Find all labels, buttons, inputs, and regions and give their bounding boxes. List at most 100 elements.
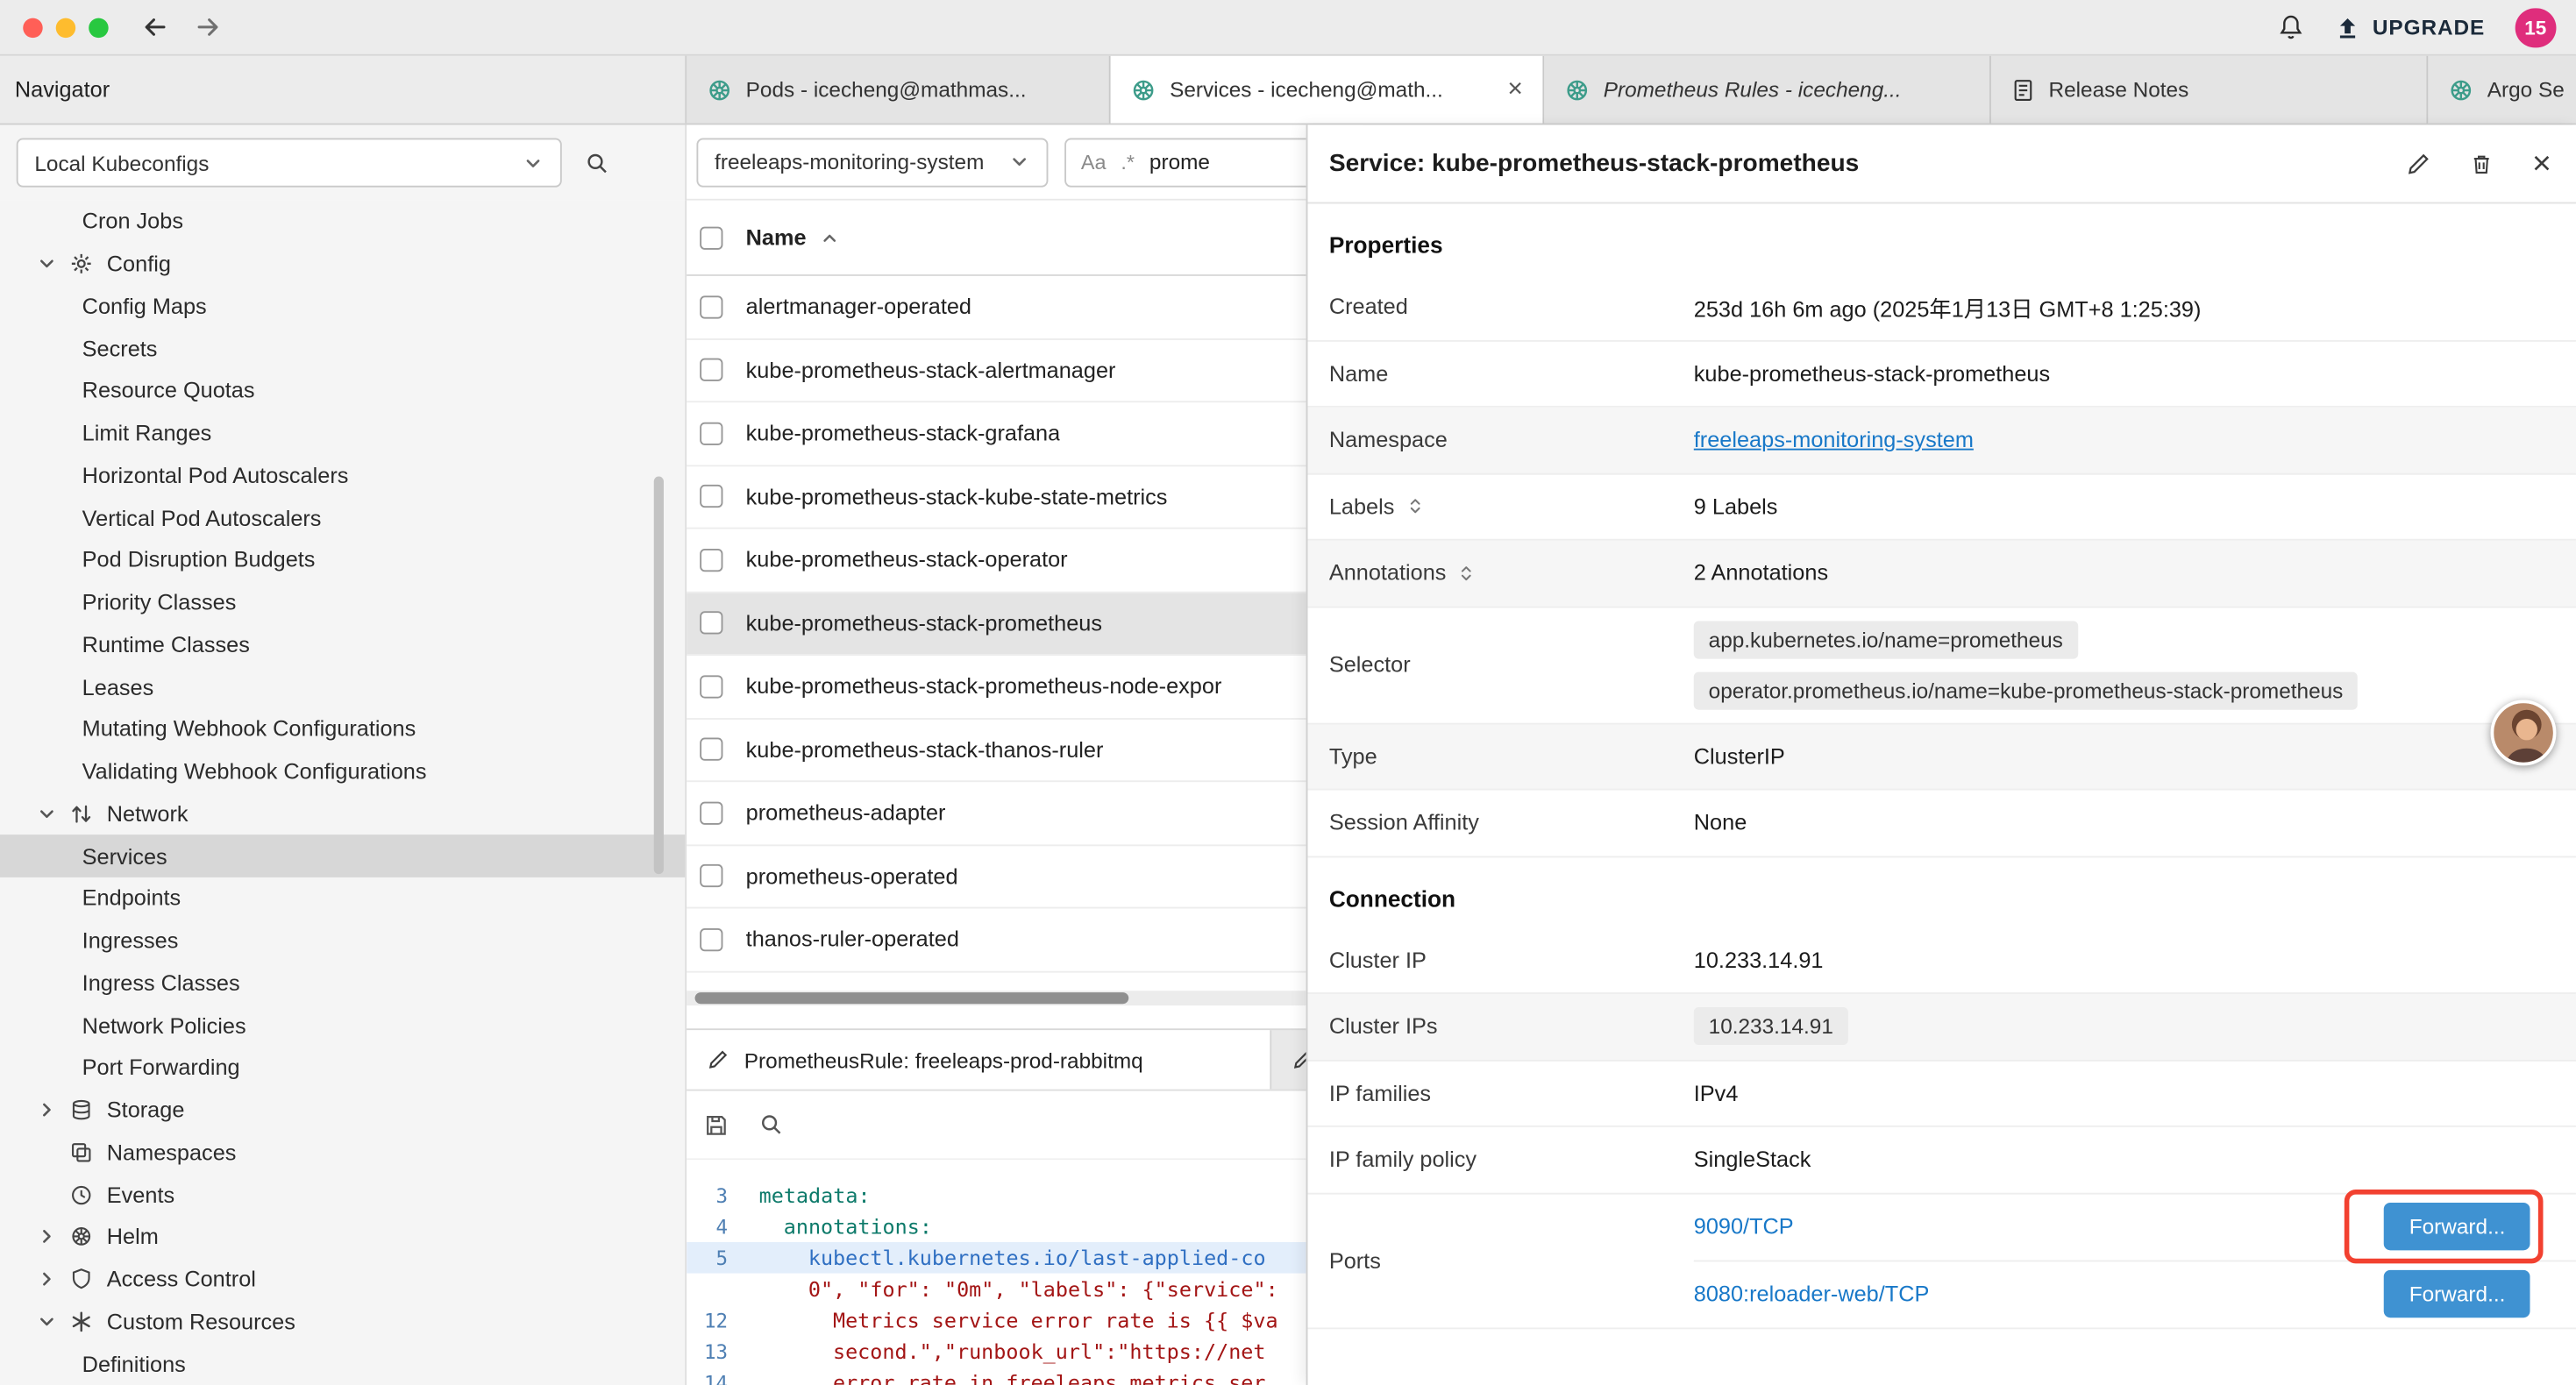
row-checkbox[interactable] bbox=[700, 612, 722, 635]
forward-icon[interactable] bbox=[194, 13, 222, 41]
editor-line[interactable]: 3 metadata: bbox=[687, 1180, 1306, 1211]
namespace-link[interactable]: freeleaps-monitoring-system bbox=[1694, 428, 1974, 452]
editor-line[interactable]: 5 kubectl.kubernetes.io/last-applied-co bbox=[687, 1242, 1306, 1274]
row-checkbox[interactable] bbox=[700, 295, 722, 318]
notifications-bell-icon[interactable] bbox=[2277, 13, 2305, 41]
sidebar-item-definitions[interactable]: Definitions bbox=[0, 1343, 685, 1385]
window-minimize-button[interactable] bbox=[56, 18, 75, 37]
sidebar-scrollbar[interactable] bbox=[654, 477, 664, 875]
tab-argo-se[interactable]: Argo Se bbox=[2428, 56, 2576, 124]
sidebar-item-limit-ranges[interactable]: Limit Ranges bbox=[0, 412, 685, 454]
sidebar-item-ingresses[interactable]: Ingresses bbox=[0, 920, 685, 962]
delete-trash-icon[interactable] bbox=[2470, 150, 2494, 176]
sidebar-item-leases[interactable]: Leases bbox=[0, 666, 685, 708]
editor-tab-partial[interactable] bbox=[1271, 1030, 1311, 1089]
row-checkbox[interactable] bbox=[700, 359, 722, 381]
sidebar-item-pod-disruption-budgets[interactable]: Pod Disruption Budgets bbox=[0, 539, 685, 581]
sidebar-item-horizontal-pod-autoscalers[interactable]: Horizontal Pod Autoscalers bbox=[0, 454, 685, 496]
row-checkbox[interactable] bbox=[700, 485, 722, 508]
sidebar-item-custom-resources[interactable]: Custom Resources bbox=[0, 1301, 685, 1343]
chevron-right-icon[interactable] bbox=[36, 1268, 57, 1289]
sidebar-item-secrets[interactable]: Secrets bbox=[0, 327, 685, 369]
tab-release-notes[interactable]: Release Notes bbox=[1991, 56, 2428, 124]
close-icon[interactable]: × bbox=[2532, 147, 2551, 180]
editor-tab-prometheusrule[interactable]: PrometheusRule: freeleaps-prod-rabbitmq bbox=[687, 1030, 1271, 1089]
chevron-right-icon[interactable] bbox=[36, 1099, 57, 1120]
row-checkbox[interactable] bbox=[700, 928, 722, 951]
regex-toggle[interactable]: .* bbox=[1121, 150, 1135, 173]
service-row-kube-prometheus-stack-operator[interactable]: kube-prometheus-stack-operator bbox=[687, 529, 1306, 593]
sidebar-item-services[interactable]: Services bbox=[0, 835, 685, 877]
service-row-kube-prometheus-stack-prometheus[interactable]: kube-prometheus-stack-prometheus bbox=[687, 593, 1306, 656]
row-checkbox[interactable] bbox=[700, 864, 722, 887]
search-icon[interactable] bbox=[759, 1112, 784, 1137]
tab-pods-icecheng-mathmas[interactable]: Pods - icecheng@mathmas... bbox=[687, 56, 1110, 124]
port-link-8080-reloader-web-tcp[interactable]: 8080:reloader-web/TCP bbox=[1694, 1282, 1930, 1306]
service-row-kube-prometheus-stack-prometheus-node-expor[interactable]: kube-prometheus-stack-prometheus-node-ex… bbox=[687, 656, 1306, 719]
service-row-alertmanager-operated[interactable]: alertmanager-operated bbox=[687, 276, 1306, 339]
chevron-down-icon[interactable] bbox=[36, 803, 57, 824]
scrollbar-thumb[interactable] bbox=[695, 992, 1129, 1004]
window-zoom-button[interactable] bbox=[89, 18, 108, 37]
row-checkbox[interactable] bbox=[700, 549, 722, 572]
service-row-kube-prometheus-stack-kube-state-metrics[interactable]: kube-prometheus-stack-kube-state-metrics bbox=[687, 465, 1306, 529]
upgrade-button[interactable]: UPGRADE bbox=[2335, 14, 2485, 40]
sidebar-item-network-policies[interactable]: Network Policies bbox=[0, 1005, 685, 1047]
namespace-selector[interactable]: freeleaps-monitoring-system bbox=[696, 138, 1048, 187]
sidebar-item-priority-classes[interactable]: Priority Classes bbox=[0, 581, 685, 623]
select-all-checkbox[interactable] bbox=[700, 226, 722, 249]
sidebar-item-config-maps[interactable]: Config Maps bbox=[0, 285, 685, 327]
match-case-toggle[interactable]: Aa bbox=[1081, 150, 1107, 173]
sort-updown-icon[interactable] bbox=[1406, 497, 1425, 516]
sidebar-item-network[interactable]: Network bbox=[0, 792, 685, 835]
row-checkbox[interactable] bbox=[700, 675, 722, 698]
row-checkbox[interactable] bbox=[700, 738, 722, 761]
sidebar-item-endpoints[interactable]: Endpoints bbox=[0, 877, 685, 920]
sidebar-item-mutating-webhook-configurations[interactable]: Mutating Webhook Configurations bbox=[0, 708, 685, 750]
sort-updown-icon[interactable] bbox=[1458, 563, 1477, 582]
notification-count-badge[interactable]: 15 bbox=[2515, 7, 2557, 46]
service-row-thanos-ruler-operated[interactable]: thanos-ruler-operated bbox=[687, 908, 1306, 971]
yaml-editor[interactable]: 3 metadata: 4 annotations: 5 kubectl.kub… bbox=[687, 1160, 1306, 1385]
editor-line[interactable]: 0", "for": "0m", "labels": {"service": bbox=[687, 1274, 1306, 1305]
forward-button[interactable]: Forward... bbox=[2385, 1270, 2530, 1318]
row-checkbox[interactable] bbox=[700, 422, 722, 444]
sidebar-item-cron-jobs[interactable]: Cron Jobs bbox=[0, 201, 685, 243]
chevron-right-icon[interactable] bbox=[36, 1226, 57, 1247]
edit-pencil-icon[interactable] bbox=[2406, 150, 2432, 176]
editor-line[interactable]: 13 second.","runbook_url":"https://net bbox=[687, 1336, 1306, 1367]
tab-prometheus-rules-icecheng[interactable]: Prometheus Rules - icecheng... bbox=[1544, 56, 1991, 124]
row-checkbox[interactable] bbox=[700, 801, 722, 824]
search-icon[interactable] bbox=[585, 150, 609, 174]
service-row-kube-prometheus-stack-thanos-ruler[interactable]: kube-prometheus-stack-thanos-ruler bbox=[687, 719, 1306, 782]
service-row-kube-prometheus-stack-alertmanager[interactable]: kube-prometheus-stack-alertmanager bbox=[687, 339, 1306, 402]
sidebar-item-port-forwarding[interactable]: Port Forwarding bbox=[0, 1047, 685, 1089]
sidebar-item-helm[interactable]: Helm bbox=[0, 1216, 685, 1258]
name-column-header[interactable]: Name bbox=[746, 225, 807, 250]
back-icon[interactable] bbox=[141, 13, 169, 41]
window-close-button[interactable] bbox=[23, 18, 42, 37]
editor-line[interactable]: 4 annotations: bbox=[687, 1211, 1306, 1242]
tab-close-icon[interactable]: × bbox=[1507, 76, 1523, 103]
sidebar-item-ingress-classes[interactable]: Ingress Classes bbox=[0, 962, 685, 1004]
service-row-prometheus-adapter[interactable]: prometheus-adapter bbox=[687, 782, 1306, 845]
save-icon[interactable] bbox=[703, 1112, 729, 1138]
sidebar-item-vertical-pod-autoscalers[interactable]: Vertical Pod Autoscalers bbox=[0, 497, 685, 539]
kubeconfig-selector[interactable]: Local Kubeconfigs bbox=[17, 138, 562, 187]
sidebar-item-storage[interactable]: Storage bbox=[0, 1089, 685, 1131]
sidebar-item-namespaces[interactable]: Namespaces bbox=[0, 1131, 685, 1173]
sidebar-item-resource-quotas[interactable]: Resource Quotas bbox=[0, 370, 685, 412]
tab-services-icecheng-math[interactable]: Services - icecheng@math... × bbox=[1111, 56, 1545, 124]
forward-button[interactable]: Forward... bbox=[2385, 1203, 2530, 1250]
editor-line[interactable]: 12 Metrics service error rate is {{ $va bbox=[687, 1304, 1306, 1336]
sidebar-item-access-control[interactable]: Access Control bbox=[0, 1258, 685, 1300]
chevron-down-icon[interactable] bbox=[36, 1310, 57, 1332]
sort-ascending-icon[interactable] bbox=[820, 228, 839, 247]
port-link-9090-tcp[interactable]: 9090/TCP bbox=[1694, 1215, 1794, 1239]
chevron-down-icon[interactable] bbox=[36, 253, 57, 274]
horizontal-scrollbar[interactable] bbox=[687, 991, 1306, 1005]
sidebar-item-config[interactable]: Config bbox=[0, 243, 685, 285]
user-avatar[interactable] bbox=[2491, 700, 2557, 765]
service-row-kube-prometheus-stack-grafana[interactable]: kube-prometheus-stack-grafana bbox=[687, 402, 1306, 465]
service-row-prometheus-operated[interactable]: prometheus-operated bbox=[687, 845, 1306, 908]
